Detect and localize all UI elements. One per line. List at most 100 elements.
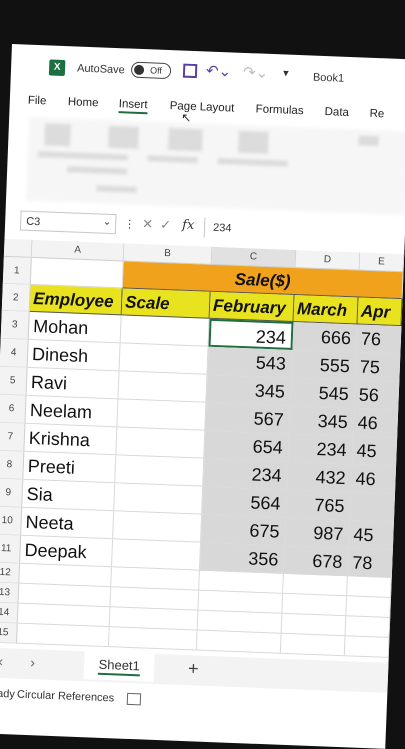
- april-cell[interactable]: 45: [348, 520, 394, 550]
- april-cell[interactable]: 45: [352, 436, 398, 467]
- name-box[interactable]: C3 ⌄: [19, 210, 117, 235]
- cell-a1[interactable]: [30, 257, 124, 289]
- header-employee[interactable]: Employee: [29, 284, 123, 316]
- scale-cell[interactable]: [117, 399, 207, 431]
- formula-input[interactable]: 234: [203, 217, 405, 246]
- add-sheet-button[interactable]: +: [188, 658, 199, 679]
- header-april[interactable]: Apr: [357, 297, 403, 327]
- march-cell[interactable]: 678: [283, 545, 349, 577]
- row-header-4[interactable]: 4: [0, 338, 29, 368]
- february-cell[interactable]: 654: [204, 430, 290, 462]
- header-march[interactable]: March: [293, 295, 359, 325]
- february-cell-selected[interactable]: 234: [208, 318, 294, 350]
- select-all-corner[interactable]: [3, 238, 33, 258]
- column-header-e[interactable]: E: [359, 252, 405, 273]
- row-header-14[interactable]: 14: [0, 602, 19, 624]
- april-cell[interactable]: 46: [353, 408, 399, 439]
- empty-cell[interactable]: [344, 636, 390, 658]
- row-header-11[interactable]: 11: [0, 534, 22, 564]
- employee-cell[interactable]: Dinesh: [27, 339, 121, 372]
- save-icon[interactable]: [182, 63, 198, 79]
- row-header-3[interactable]: 3: [0, 310, 30, 340]
- row-header-6[interactable]: 6: [0, 394, 27, 424]
- scale-cell[interactable]: [115, 455, 205, 487]
- march-cell[interactable]: 234: [288, 433, 354, 465]
- empty-cell[interactable]: [281, 613, 347, 637]
- april-cell[interactable]: 75: [355, 352, 401, 383]
- february-cell[interactable]: 356: [199, 542, 285, 574]
- empty-cell[interactable]: [345, 616, 391, 638]
- march-cell[interactable]: 987: [284, 517, 350, 549]
- employee-cell[interactable]: Preeti: [23, 451, 117, 484]
- employee-cell[interactable]: Krishna: [24, 423, 118, 456]
- scale-cell[interactable]: [111, 539, 201, 571]
- march-cell[interactable]: 666: [292, 322, 358, 353]
- insert-function-icon[interactable]: fx: [182, 218, 195, 233]
- employee-cell[interactable]: Mohan: [28, 311, 122, 344]
- empty-cell[interactable]: [347, 576, 392, 598]
- tab-home[interactable]: Home: [68, 96, 99, 109]
- empty-cell[interactable]: [196, 630, 282, 654]
- scale-cell[interactable]: [120, 315, 210, 347]
- empty-cell[interactable]: [108, 627, 198, 651]
- row-header-13[interactable]: 13: [0, 582, 20, 604]
- autosave-toggle[interactable]: Off: [130, 61, 172, 80]
- row-header-12[interactable]: 12: [0, 562, 21, 584]
- chevron-left-icon[interactable]: ‹: [0, 653, 3, 669]
- more-options-icon[interactable]: ⋮: [124, 217, 135, 230]
- employee-cell[interactable]: Sia: [22, 479, 116, 512]
- employee-cell[interactable]: Neelam: [25, 395, 119, 428]
- march-cell[interactable]: 432: [287, 461, 353, 493]
- chevron-right-icon[interactable]: ›: [30, 654, 35, 670]
- header-february[interactable]: February: [209, 291, 295, 323]
- worksheet-grid[interactable]: A B C D E 1 2 3 4 5 6 7 8 9 10 11 12 13 …: [0, 238, 405, 658]
- february-cell[interactable]: 567: [205, 402, 291, 434]
- march-cell[interactable]: 765: [286, 489, 352, 521]
- redo-icon[interactable]: ↷⌄: [243, 63, 269, 82]
- empty-cell[interactable]: [282, 593, 348, 617]
- scale-cell[interactable]: [118, 371, 208, 403]
- cancel-icon[interactable]: ✕: [142, 216, 153, 232]
- empty-cell[interactable]: [280, 633, 346, 657]
- february-cell[interactable]: 543: [207, 346, 293, 378]
- employee-cell[interactable]: Ravi: [26, 367, 120, 400]
- row-header-9[interactable]: 9: [0, 478, 24, 508]
- february-cell[interactable]: 675: [200, 514, 287, 546]
- tab-formulas[interactable]: Formulas: [255, 103, 303, 117]
- tab-review[interactable]: Re: [369, 108, 384, 121]
- row-header-7[interactable]: 7: [0, 422, 26, 452]
- march-cell[interactable]: 345: [289, 405, 355, 437]
- chevron-down-icon[interactable]: ⌄: [103, 217, 112, 228]
- row-header-8[interactable]: 8: [0, 450, 25, 480]
- february-cell[interactable]: 345: [206, 374, 292, 406]
- row-header-15[interactable]: 15: [0, 622, 18, 644]
- april-cell[interactable]: 76: [356, 324, 402, 355]
- row-header-10[interactable]: 10: [0, 506, 23, 536]
- empty-cell[interactable]: [283, 573, 348, 597]
- april-cell[interactable]: [349, 492, 396, 523]
- sheet-tab-sheet1[interactable]: Sheet1: [83, 651, 155, 682]
- scale-cell[interactable]: [113, 511, 203, 543]
- row-header-1[interactable]: 1: [2, 256, 32, 285]
- scale-cell[interactable]: [119, 343, 209, 375]
- employee-cell[interactable]: Neeta: [21, 507, 115, 540]
- march-cell[interactable]: 555: [291, 349, 357, 381]
- employee-cell[interactable]: Deepak: [20, 535, 114, 568]
- april-cell[interactable]: 78: [347, 548, 393, 578]
- row-header-2[interactable]: 2: [1, 283, 31, 312]
- accessibility-icon[interactable]: [126, 692, 142, 706]
- february-cell[interactable]: 564: [202, 486, 288, 518]
- empty-cell[interactable]: [346, 596, 392, 618]
- check-icon[interactable]: ✓: [160, 217, 171, 233]
- scale-cell[interactable]: [116, 427, 206, 459]
- row-header-5[interactable]: 5: [0, 366, 28, 396]
- undo-icon[interactable]: ↶⌄: [206, 61, 232, 80]
- tab-insert[interactable]: Insert: [118, 98, 148, 115]
- february-cell[interactable]: 234: [203, 458, 289, 490]
- april-cell[interactable]: 56: [354, 380, 400, 411]
- march-cell[interactable]: 545: [290, 377, 356, 409]
- empty-cell[interactable]: [16, 623, 110, 648]
- quick-access-dropdown-icon[interactable]: ▾: [283, 66, 289, 79]
- header-scale[interactable]: Scale: [121, 288, 211, 319]
- tab-file[interactable]: File: [28, 95, 47, 108]
